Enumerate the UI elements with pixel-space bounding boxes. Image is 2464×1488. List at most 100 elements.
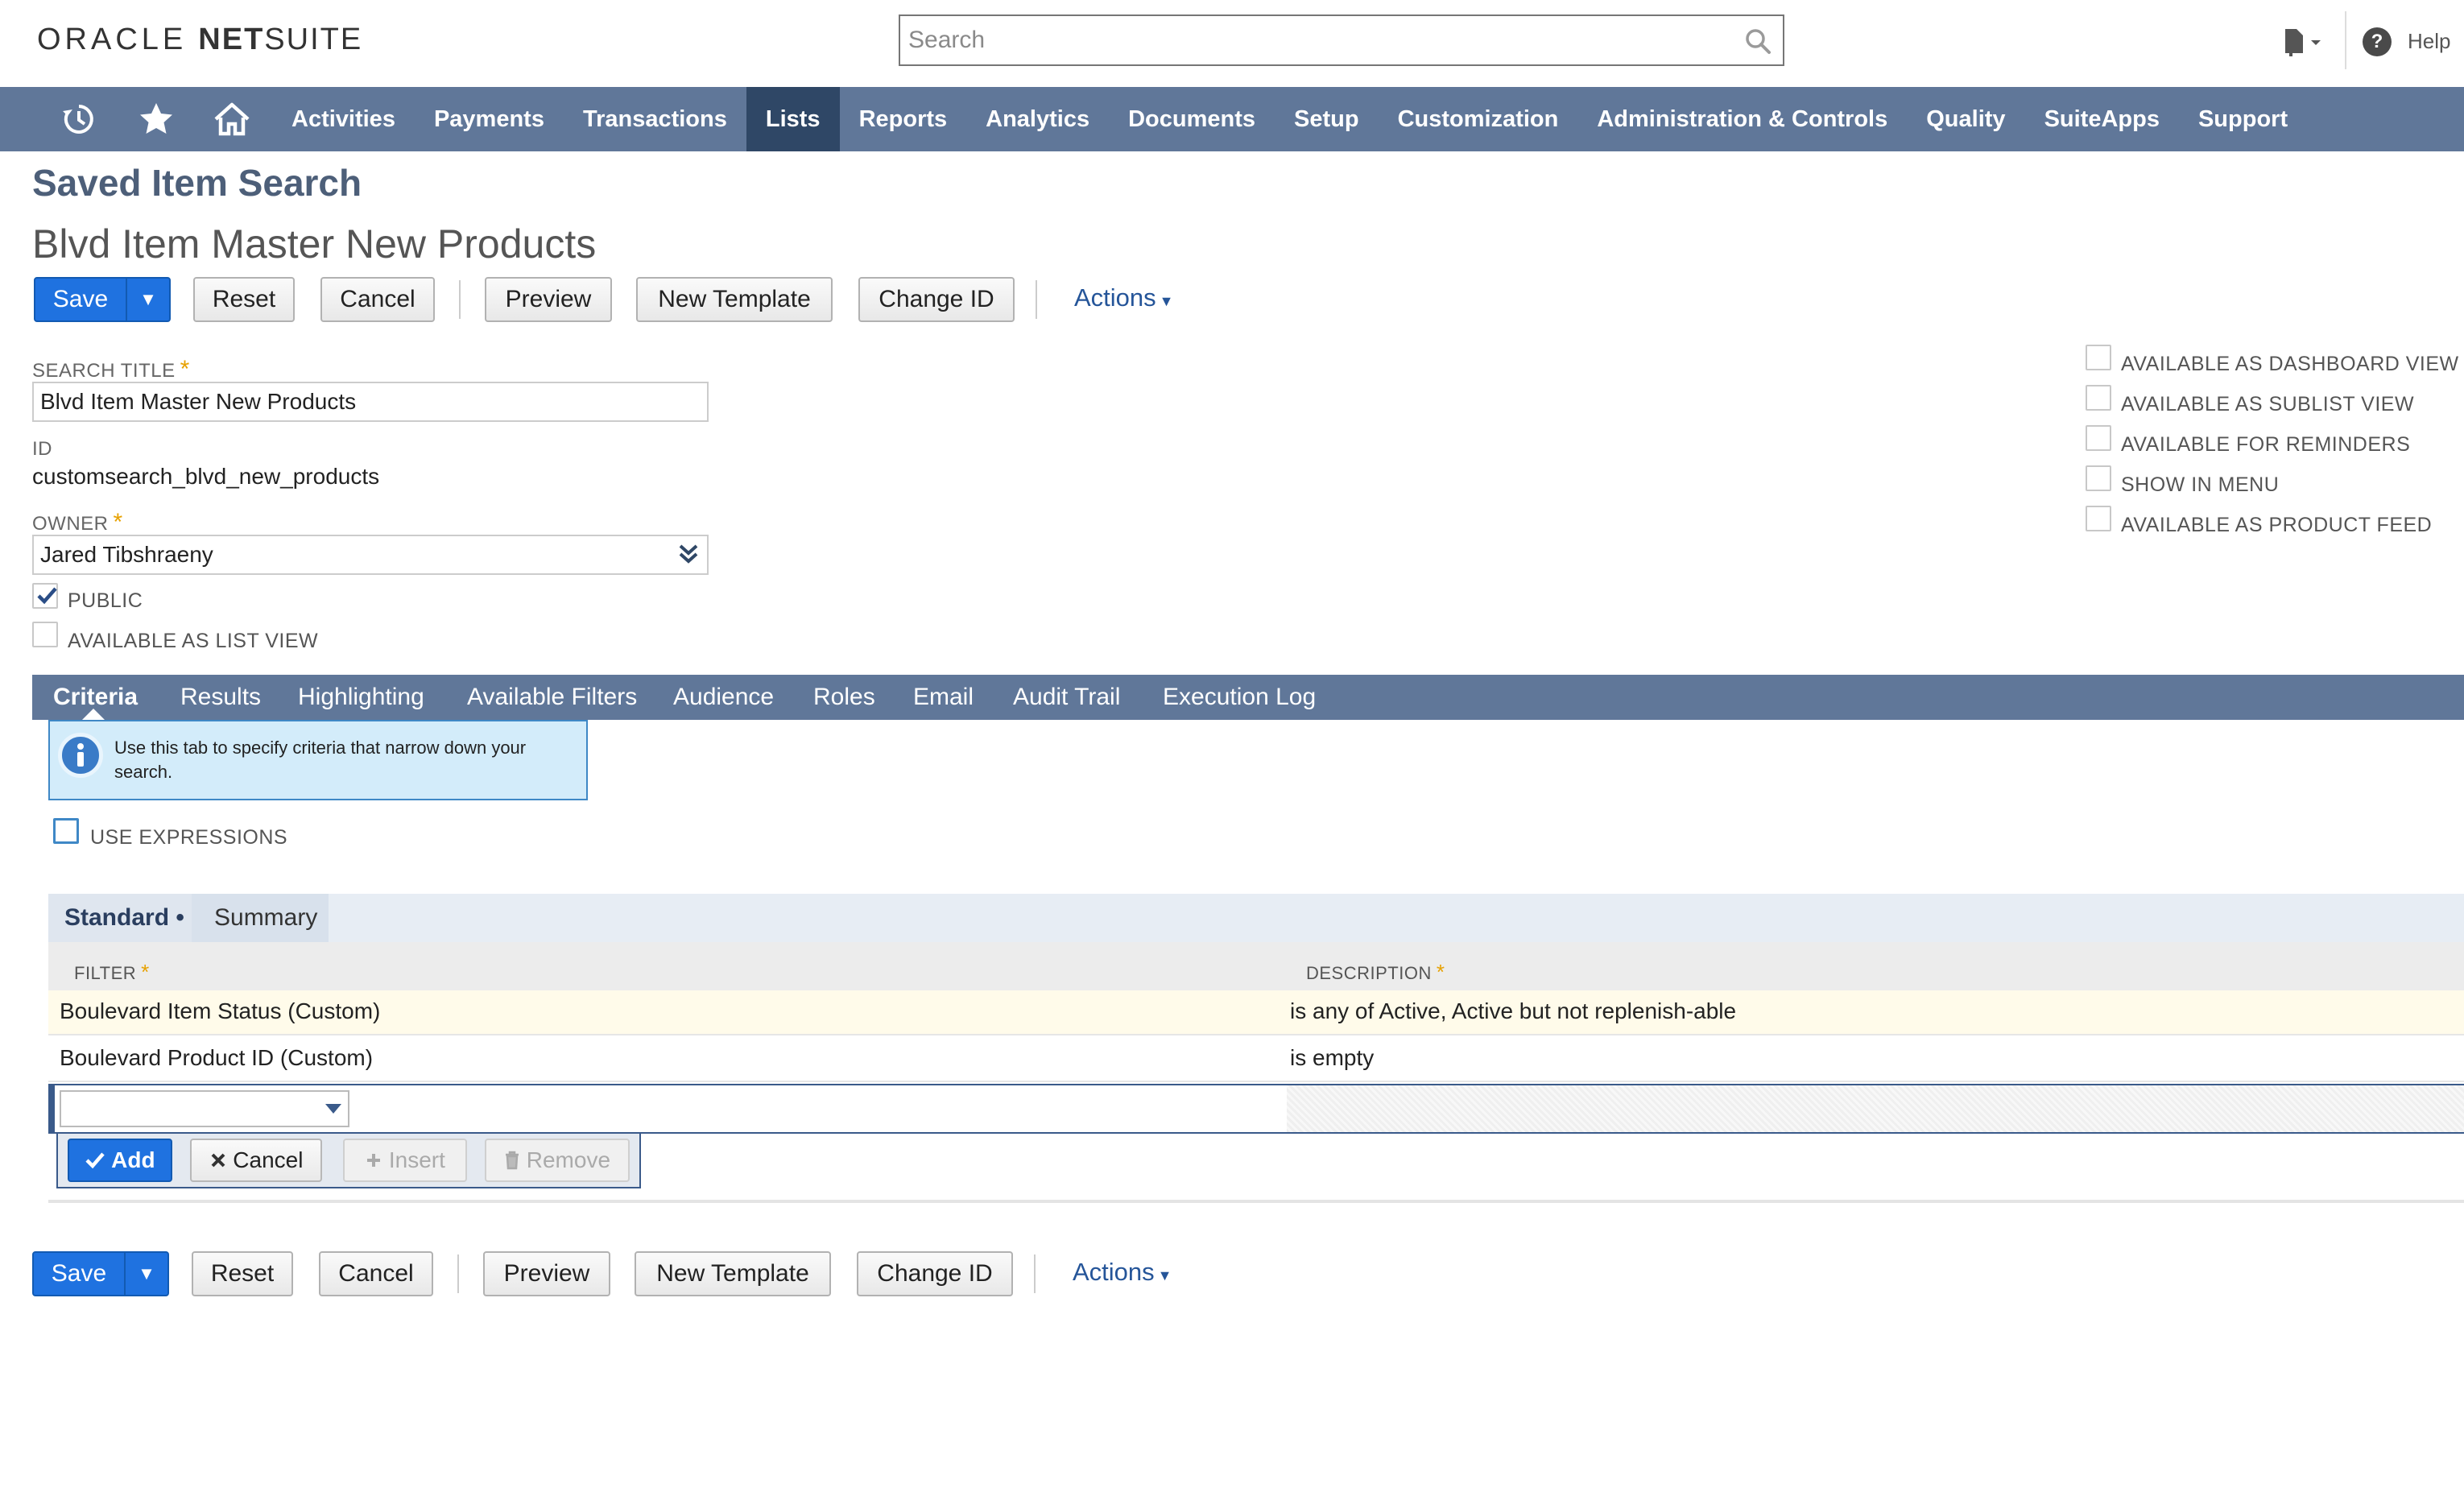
- nav-quality[interactable]: Quality: [1907, 87, 2024, 151]
- preview-button[interactable]: Preview: [483, 1251, 610, 1296]
- actions-menu[interactable]: Actions ▼: [1073, 1258, 1172, 1287]
- insert-row-button[interactable]: Insert: [343, 1139, 467, 1182]
- owner-select[interactable]: Jared Tibshraeny: [32, 535, 709, 575]
- search-title-label-text: SEARCH TITLE: [32, 360, 176, 382]
- tab-audience[interactable]: Audience: [673, 675, 774, 720]
- search-title-label: SEARCH TITLE *: [32, 356, 190, 383]
- tab-email[interactable]: Email: [913, 675, 974, 720]
- oracle-netsuite-logo[interactable]: ORACLE NETSUITE: [37, 23, 362, 57]
- global-search: [899, 14, 1784, 66]
- cancel-button[interactable]: Cancel: [319, 1251, 433, 1296]
- available-as-list-view-checkbox[interactable]: [32, 622, 58, 647]
- logo-suite: SUITE: [264, 23, 363, 56]
- save-button-label[interactable]: Save: [35, 279, 126, 320]
- owner-label-text: OWNER: [32, 513, 109, 535]
- table-row[interactable]: Boulevard Item Status (Custom) is any of…: [48, 990, 2464, 1035]
- checkmark-icon: [37, 587, 57, 605]
- nav-documents[interactable]: Documents: [1109, 87, 1275, 151]
- cancel-row-button[interactable]: Cancel: [190, 1139, 322, 1182]
- nav-reports[interactable]: Reports: [840, 87, 967, 151]
- double-chevron-down-icon[interactable]: [676, 541, 701, 568]
- logo-net: NET: [198, 23, 265, 56]
- new-template-button[interactable]: New Template: [635, 1251, 831, 1296]
- info-message-text: Use this tab to specify criteria that na…: [114, 738, 527, 782]
- table-row[interactable]: Boulevard Product ID (Custom) is empty: [48, 1037, 2464, 1082]
- caret-down-icon: ▼: [1157, 1267, 1172, 1283]
- required-marker: *: [1436, 960, 1445, 984]
- tab-highlighting[interactable]: Highlighting: [298, 675, 424, 720]
- actions-menu[interactable]: Actions ▼: [1074, 283, 1174, 312]
- document-icon[interactable]: [2280, 26, 2326, 61]
- available-as-product-feed-checkbox[interactable]: [2086, 506, 2111, 531]
- criteria-panel: Standard • Summary FILTER * DESCRIPTION * …: [48, 894, 2464, 1203]
- filter-cell: Boulevard Product ID (Custom): [60, 1045, 374, 1070]
- owner-select-value: Jared Tibshraeny: [40, 542, 213, 567]
- header-divider: [2345, 11, 2346, 69]
- available-for-reminders-label: AVAILABLE FOR REMINDERS: [2121, 433, 2411, 456]
- search-title-input[interactable]: Blvd Item Master New Products: [32, 382, 709, 422]
- trash-icon: [505, 1151, 519, 1170]
- available-for-reminders-checkbox[interactable]: [2086, 425, 2111, 451]
- add-row-button[interactable]: Add: [68, 1139, 172, 1182]
- button-separator: [459, 280, 461, 319]
- global-search-input[interactable]: [900, 16, 1730, 64]
- tab-results[interactable]: Results: [180, 675, 261, 720]
- nav-activities[interactable]: Activities: [272, 87, 415, 151]
- save-button[interactable]: Save ▼: [32, 1251, 169, 1296]
- required-marker: *: [180, 356, 190, 382]
- available-as-dashboard-view-checkbox[interactable]: [2086, 345, 2111, 370]
- nav-support[interactable]: Support: [2179, 87, 2307, 151]
- criteria-column-headers: FILTER * DESCRIPTION *: [48, 942, 2464, 990]
- filter-select-dropdown[interactable]: [60, 1090, 349, 1127]
- reset-button[interactable]: Reset: [193, 277, 295, 322]
- search-icon[interactable]: [1744, 27, 1772, 55]
- save-button[interactable]: Save ▼: [34, 277, 171, 322]
- cancel-button[interactable]: Cancel: [320, 277, 435, 322]
- nav-analytics[interactable]: Analytics: [966, 87, 1109, 151]
- nav-transactions[interactable]: Transactions: [564, 87, 746, 151]
- recent-icon[interactable]: [60, 100, 98, 138]
- actions-menu-label[interactable]: Actions: [1074, 283, 1156, 312]
- use-expressions-checkbox[interactable]: [53, 818, 79, 844]
- help-link[interactable]: Help: [2408, 29, 2450, 54]
- required-marker: *: [141, 960, 150, 984]
- tab-standard-label[interactable]: Standard: [64, 904, 169, 931]
- tab-roles[interactable]: Roles: [813, 675, 875, 720]
- new-template-button[interactable]: New Template: [636, 277, 833, 322]
- info-message: Use this tab to specify criteria that na…: [48, 720, 588, 800]
- nav-payments[interactable]: Payments: [415, 87, 564, 151]
- save-menu-arrow-icon[interactable]: ▼: [126, 1253, 167, 1295]
- id-label: ID: [32, 438, 52, 460]
- nav-setup[interactable]: Setup: [1275, 87, 1379, 151]
- nav-suiteapps[interactable]: SuiteApps: [2025, 87, 2179, 151]
- description-cell: is empty: [1290, 1045, 1375, 1070]
- nav-administration-controls[interactable]: Administration & Controls: [1577, 87, 1907, 151]
- preview-button[interactable]: Preview: [485, 277, 612, 322]
- save-button-label[interactable]: Save: [34, 1253, 124, 1295]
- available-as-sublist-view-checkbox[interactable]: [2086, 385, 2111, 411]
- help-icon[interactable]: ?: [2363, 27, 2392, 56]
- star-icon[interactable]: [137, 100, 176, 138]
- change-id-button[interactable]: Change ID: [858, 277, 1015, 322]
- home-icon[interactable]: [213, 100, 251, 138]
- available-as-list-view-label: AVAILABLE AS LIST VIEW: [68, 630, 319, 652]
- remove-row-button[interactable]: Remove: [485, 1139, 630, 1182]
- tab-summary[interactable]: Summary: [192, 894, 329, 942]
- top-header: ORACLE NETSUITE ? Help: [0, 0, 2464, 87]
- tab-available-filters[interactable]: Available Filters: [467, 675, 637, 720]
- save-menu-arrow-icon[interactable]: ▼: [127, 279, 169, 320]
- actions-menu-label[interactable]: Actions: [1073, 1258, 1155, 1286]
- description-disabled-cell: [1287, 1085, 2464, 1132]
- use-expressions-label: USE EXPRESSIONS: [90, 826, 288, 849]
- show-in-menu-checkbox[interactable]: [2086, 465, 2111, 491]
- tab-standard[interactable]: Standard •: [48, 894, 192, 942]
- new-criteria-edit-row: [48, 1084, 2464, 1134]
- tab-audit-trail[interactable]: Audit Trail: [1013, 675, 1120, 720]
- id-value: customsearch_blvd_new_products: [32, 464, 380, 489]
- public-checkbox[interactable]: [32, 583, 58, 609]
- reset-button[interactable]: Reset: [192, 1251, 293, 1296]
- nav-lists[interactable]: Lists: [746, 87, 840, 151]
- tab-execution-log[interactable]: Execution Log: [1163, 675, 1316, 720]
- nav-customization[interactable]: Customization: [1379, 87, 1578, 151]
- change-id-button[interactable]: Change ID: [857, 1251, 1013, 1296]
